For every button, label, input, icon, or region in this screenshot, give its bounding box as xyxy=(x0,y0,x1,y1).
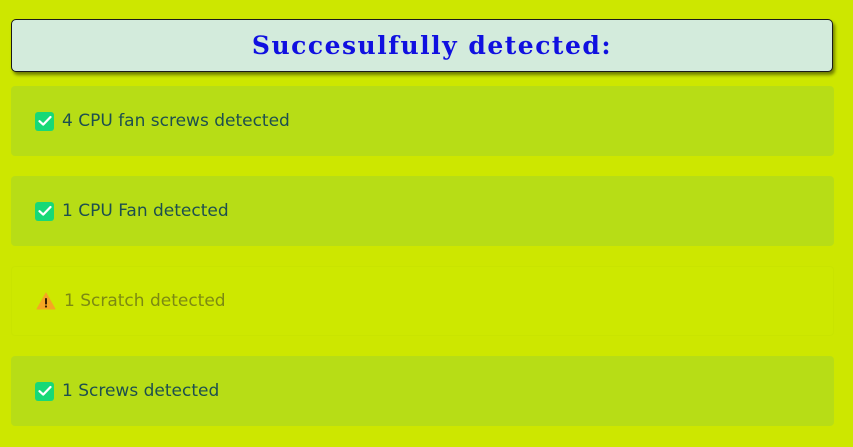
page-title: Succesulfully detected: xyxy=(251,31,613,60)
detection-label: 1 Scratch detected xyxy=(64,291,226,311)
check-icon xyxy=(35,381,54,401)
detection-label: 1 Screws detected xyxy=(62,381,220,401)
check-icon xyxy=(35,201,54,221)
warning-icon xyxy=(36,292,56,311)
detection-item-cpu-fan-screws: 4 CPU fan screws detected xyxy=(11,86,834,156)
detection-item-scratch: 1 Scratch detected xyxy=(11,266,834,336)
detection-item-cpu-fan: 1 CPU Fan detected xyxy=(11,176,834,246)
detection-item-screws: 1 Screws detected xyxy=(11,356,834,426)
results-header: Succesulfully detected: xyxy=(11,19,833,72)
detection-label: 4 CPU fan screws detected xyxy=(62,111,290,131)
detection-label: 1 CPU Fan detected xyxy=(62,201,229,221)
check-icon xyxy=(35,111,54,131)
